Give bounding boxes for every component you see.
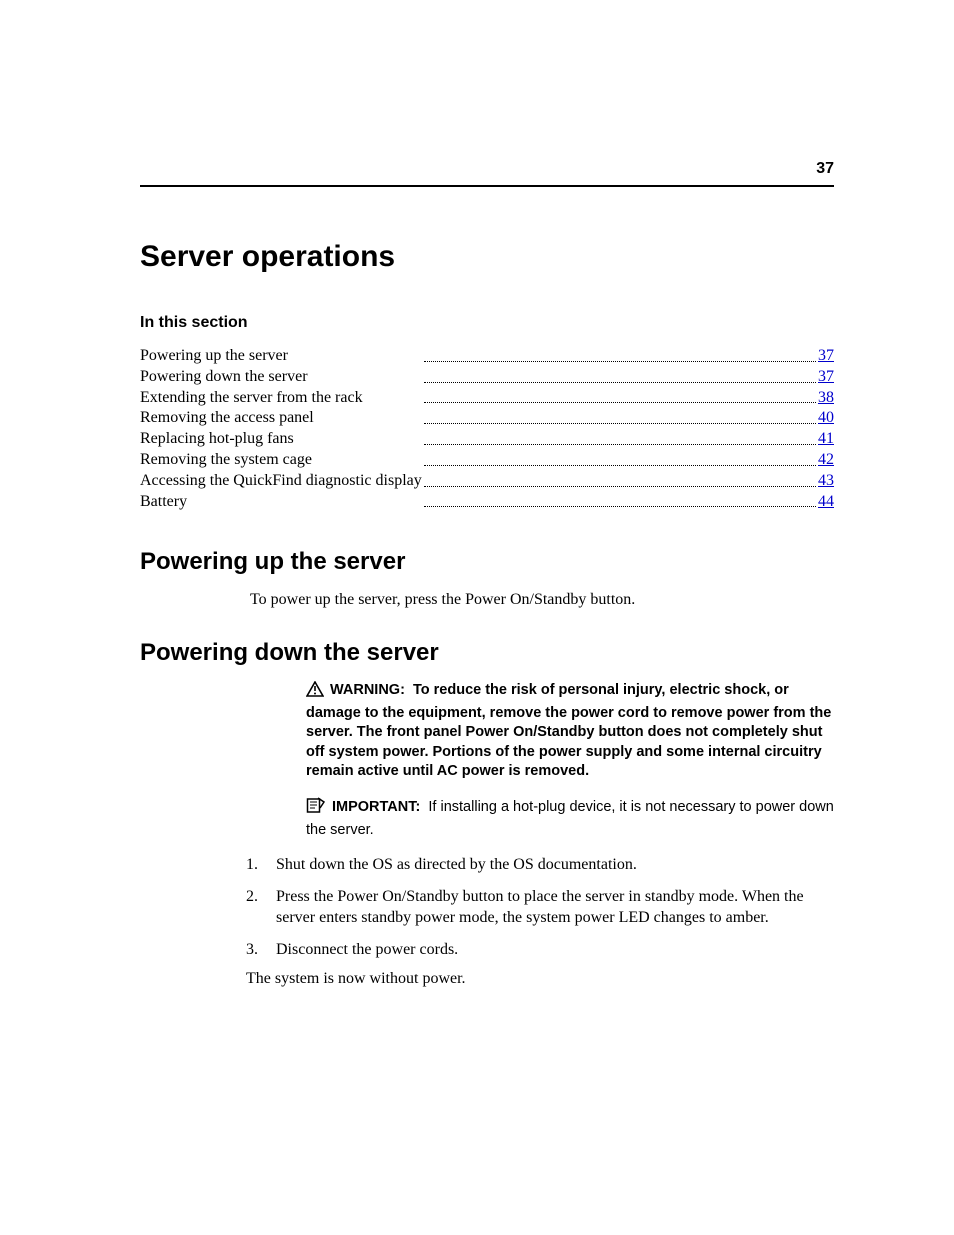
warning-label: WARNING: To reduce the risk of personal … [306,682,831,779]
toc-leader [422,346,818,367]
toc-label: Accessing the QuickFind diagnostic displ… [140,471,422,492]
list-item: 1. Shut down the OS as directed by the O… [140,854,834,876]
toc-page-link[interactable]: 40 [818,409,834,426]
toc-row: Accessing the QuickFind diagnostic displ… [140,471,834,492]
important-block: IMPORTANT: If installing a hot-plug devi… [306,796,834,840]
toc-leader [422,492,818,513]
toc-label: Replacing hot-plug fans [140,429,422,450]
steps-list: 1. Shut down the OS as directed by the O… [140,854,834,960]
page-number: 37 [816,160,834,178]
step-number: 2. [246,886,276,929]
toc-row: Powering up the server 37 [140,346,834,367]
section-heading-powering-up: Powering up the server [140,548,834,576]
warning-block: WARNING: To reduce the risk of personal … [306,681,834,782]
toc-page-link[interactable]: 42 [818,451,834,468]
toc-row: Removing the system cage 42 [140,450,834,471]
toc-row: Replacing hot-plug fans 41 [140,429,834,450]
step-number: 1. [246,854,276,876]
toc-leader [422,471,818,492]
important-label: IMPORTANT: [332,799,420,815]
section-heading-powering-down: Powering down the server [140,639,834,667]
toc-row: Extending the server from the rack 38 [140,388,834,409]
toc-leader [422,367,818,388]
in-this-section-heading: In this section [140,314,834,332]
toc-page-link[interactable]: 37 [818,368,834,385]
page: 37 Server operations In this section Pow… [0,0,954,1235]
toc-row: Removing the access panel 40 [140,408,834,429]
toc-label: Battery [140,492,422,513]
header-rule [140,185,834,187]
toc-page-link[interactable]: 37 [818,347,834,364]
content: Server operations In this section Poweri… [140,240,834,988]
step-text: Shut down the OS as directed by the OS d… [276,854,834,876]
toc-page-link[interactable]: 41 [818,430,834,447]
toc-leader [422,408,818,429]
toc-label: Removing the system cage [140,450,422,471]
powering-up-body: To power up the server, press the Power … [250,590,834,611]
toc-row: Battery 44 [140,492,834,513]
list-item: 2. Press the Power On/Standby button to … [140,886,834,929]
step-text: Press the Power On/Standby button to pla… [276,886,834,929]
toc-row: Powering down the server 37 [140,367,834,388]
warning-icon [306,681,324,704]
toc-label: Powering up the server [140,346,422,367]
important-icon [306,796,326,821]
toc-leader [422,388,818,409]
closing-text: The system is now without power. [246,970,834,988]
toc-leader [422,450,818,471]
list-item: 3. Disconnect the power cords. [140,939,834,961]
toc-page-link[interactable]: 38 [818,389,834,406]
toc-page-link[interactable]: 44 [818,493,834,510]
step-text: Disconnect the power cords. [276,939,834,961]
page-title: Server operations [140,240,834,274]
toc-leader [422,429,818,450]
toc-label: Extending the server from the rack [140,388,422,409]
toc-label: Removing the access panel [140,408,422,429]
toc-label: Powering down the server [140,367,422,388]
toc: Powering up the server 37 Powering down … [140,346,834,512]
step-number: 3. [246,939,276,961]
toc-page-link[interactable]: 43 [818,472,834,489]
